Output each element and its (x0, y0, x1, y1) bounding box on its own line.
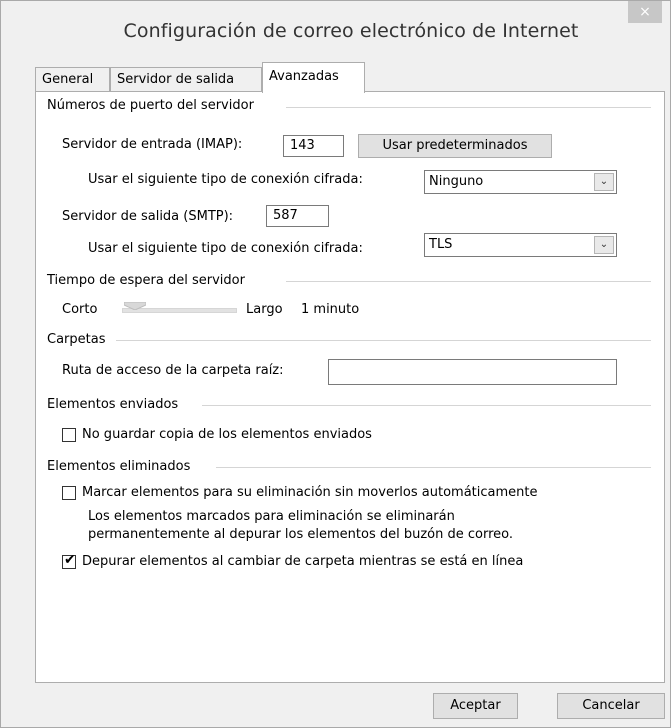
tab-advanced[interactable]: Avanzadas (262, 62, 365, 93)
purge-on-switch-checkbox[interactable]: ✔ (62, 552, 76, 569)
no-save-sent-label[interactable]: No guardar copia de los elementos enviad… (82, 427, 372, 442)
timeout-short-label: Corto (62, 302, 98, 317)
chevron-down-icon[interactable]: ⌄ (594, 173, 614, 191)
mark-for-deletion-checkbox[interactable] (62, 486, 76, 500)
mark-note-line-1: Los elementos marcados para eliminación … (88, 509, 455, 524)
group-divider (202, 405, 651, 406)
tab-outgoing-server[interactable]: Servidor de salida (110, 67, 262, 91)
group-divider (216, 467, 651, 468)
timeout-slider-thumb[interactable] (124, 302, 146, 310)
no-save-sent-checkbox[interactable] (62, 428, 76, 442)
group-divider (116, 340, 651, 341)
root-folder-input[interactable] (328, 359, 617, 385)
use-defaults-button[interactable]: Usar predeterminados (358, 134, 552, 158)
timeout-long-label: Largo (246, 302, 283, 317)
tab-general[interactable]: General (35, 67, 110, 91)
incoming-port-input[interactable]: 143 (283, 135, 344, 157)
mark-for-deletion-label[interactable]: Marcar elementos para su eliminación sin… (82, 485, 537, 500)
incoming-encryption-value: Ninguno (429, 174, 484, 189)
deleted-group-title: Elementos eliminados (47, 459, 196, 474)
outgoing-encryption-label: Usar el siguiente tipo de conexión cifra… (88, 241, 363, 256)
timeout-group-title: Tiempo de espera del servidor (47, 273, 250, 288)
timeout-value-text: 1 minuto (301, 302, 360, 317)
ports-group-title: Números de puerto del servidor (47, 98, 259, 113)
close-icon: × (639, 4, 651, 20)
title-bar: Configuración de correo electrónico de I… (1, 1, 670, 61)
dialog-window: Configuración de correo electrónico de I… (0, 0, 671, 728)
folders-group-title: Carpetas (47, 332, 111, 347)
outgoing-encryption-value: TLS (429, 237, 453, 252)
outgoing-port-label: Servidor de salida (SMTP): (62, 209, 234, 224)
group-divider (286, 281, 651, 282)
incoming-port-label: Servidor de entrada (IMAP): (62, 137, 243, 152)
ok-button[interactable]: Aceptar (433, 693, 518, 719)
root-folder-label: Ruta de acceso de la carpeta raíz: (62, 363, 284, 378)
purge-on-switch-label[interactable]: Depurar elementos al cambiar de carpeta … (82, 554, 523, 569)
outgoing-port-input[interactable]: 587 (266, 205, 329, 227)
close-button[interactable]: × (628, 1, 662, 23)
dialog-title: Configuración de correo electrónico de I… (123, 20, 579, 42)
sent-group-title: Elementos enviados (47, 397, 184, 412)
chevron-down-icon[interactable]: ⌄ (594, 236, 614, 254)
group-divider (286, 107, 651, 108)
cancel-button[interactable]: Cancelar (557, 693, 665, 719)
advanced-settings-panel: Números de puerto del servidor Servidor … (35, 91, 665, 683)
mark-note-line-2: permanentemente al depurar los elementos… (88, 527, 514, 542)
check-icon: ✔ (64, 552, 76, 568)
incoming-encryption-label: Usar el siguiente tipo de conexión cifra… (88, 172, 363, 187)
incoming-encryption-select[interactable]: Ninguno ⌄ (424, 170, 617, 194)
outgoing-encryption-select[interactable]: TLS ⌄ (424, 233, 617, 257)
